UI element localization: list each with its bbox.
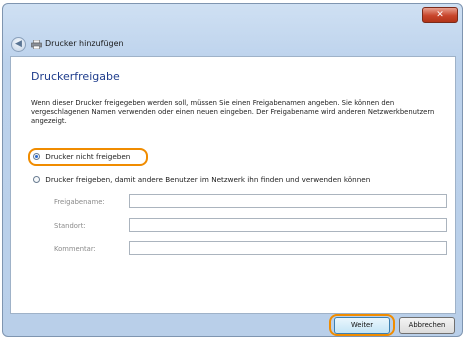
radio-checked-icon <box>33 153 40 160</box>
page-description: Wenn dieser Drucker freigegeben werden s… <box>31 99 435 125</box>
close-button[interactable]: ✕ <box>422 7 458 23</box>
radio-unchecked-icon <box>33 176 40 183</box>
share-name-input[interactable] <box>129 194 447 208</box>
page-title: Druckerfreigabe <box>31 70 120 83</box>
printer-icon <box>31 40 42 49</box>
close-icon: ✕ <box>436 10 444 20</box>
content-panel: Druckerfreigabe Wenn dieser Drucker frei… <box>10 56 456 314</box>
window-title: Drucker hinzufügen <box>45 39 124 48</box>
radio-share[interactable]: Drucker freigeben, damit andere Benutzer… <box>33 174 370 186</box>
comment-input[interactable] <box>129 241 447 255</box>
back-arrow-icon: ◀ <box>15 39 22 49</box>
radio-no-share[interactable]: Drucker nicht freigeben <box>33 151 130 163</box>
radio-share-label: Drucker freigeben, damit andere Benutzer… <box>45 175 371 184</box>
back-button[interactable]: ◀ <box>11 37 26 52</box>
location-input[interactable] <box>129 218 447 232</box>
share-name-label: Freigabename: <box>54 198 105 206</box>
cancel-button[interactable]: Abbrechen <box>399 317 455 334</box>
location-label: Standort: <box>54 222 86 230</box>
radio-no-share-label: Drucker nicht freigeben <box>45 152 131 161</box>
next-button[interactable]: Weiter <box>334 317 390 334</box>
wizard-window: ✕ ◀ Drucker hinzufügen Druckerfreigabe W… <box>2 3 463 337</box>
comment-label: Kommentar: <box>54 245 96 253</box>
